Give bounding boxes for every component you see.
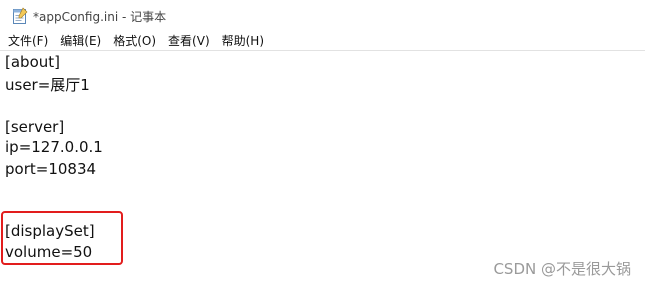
menu-bar: 文件(F) 编辑(E) 格式(O) 查看(V) 帮助(H) [0, 32, 645, 50]
editor-line: [about] [5, 53, 60, 71]
notepad-icon [12, 7, 28, 25]
editor-line: user=展厅1 [5, 76, 90, 94]
menu-edit[interactable]: 编辑(E) [54, 32, 107, 50]
menu-help[interactable]: 帮助(H) [216, 32, 270, 50]
editor-line: ip=127.0.0.1 [5, 138, 103, 156]
menu-view[interactable]: 查看(V) [162, 32, 216, 50]
watermark: CSDN @不是很大锅 [493, 260, 631, 278]
editor-line: [server] [5, 118, 65, 136]
highlight-annotation-box [1, 211, 123, 265]
menu-format[interactable]: 格式(O) [107, 32, 162, 50]
window-title: *appConfig.ini - 记事本 [33, 10, 167, 24]
menu-file[interactable]: 文件(F) [0, 32, 54, 50]
title-bar: *appConfig.ini - 记事本 [0, 0, 645, 32]
editor-line: port=10834 [5, 160, 97, 178]
